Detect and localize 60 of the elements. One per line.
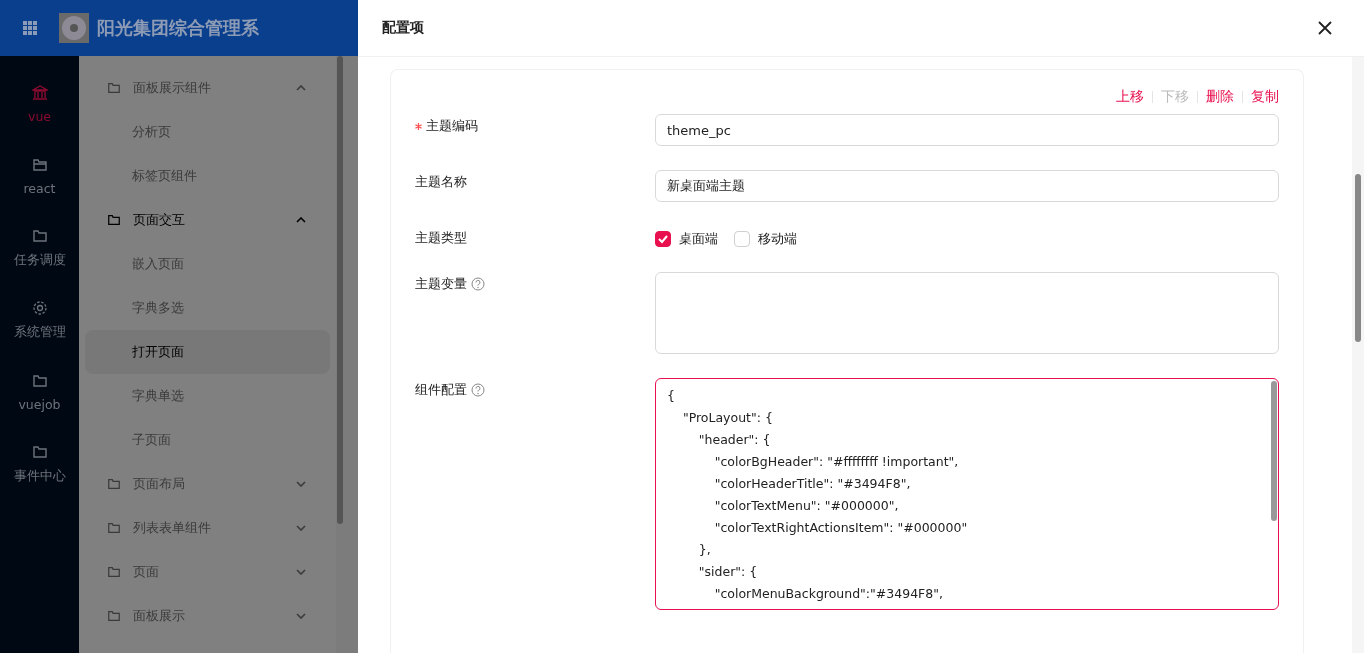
submenu-item[interactable]: 嵌入页面 bbox=[85, 242, 330, 286]
folder-icon bbox=[107, 521, 121, 535]
bank-icon bbox=[31, 84, 48, 101]
submenu-item[interactable]: 字典多选 bbox=[85, 286, 330, 330]
scrollbar-thumb[interactable] bbox=[1355, 174, 1361, 342]
action-link[interactable]: 上移 bbox=[1116, 88, 1144, 106]
submenu-group[interactable]: 面板展示组件 bbox=[85, 66, 330, 110]
settings-icon bbox=[31, 299, 48, 316]
help-icon[interactable] bbox=[471, 383, 485, 397]
submenu-item[interactable]: 子页面 bbox=[85, 418, 330, 462]
chevron-down-icon bbox=[296, 569, 306, 575]
chevron-down-icon bbox=[296, 525, 306, 531]
submenu-item[interactable]: 标签页组件 bbox=[85, 154, 330, 198]
field-label: 主题名称 bbox=[415, 173, 467, 191]
app-title: 阳光集团综合管理系 bbox=[97, 16, 259, 40]
scrollbar-thumb[interactable] bbox=[337, 56, 343, 524]
chevron-up-icon bbox=[296, 85, 306, 91]
folder-icon bbox=[107, 565, 121, 579]
submenu-group[interactable]: 面板展示 bbox=[85, 594, 330, 638]
text-field[interactable]: 新桌面端主题 bbox=[655, 170, 1279, 202]
rail-item[interactable]: vuejob bbox=[0, 356, 79, 428]
submenu-item[interactable]: 字典单选 bbox=[85, 374, 330, 418]
rail-item[interactable]: 任务调度 bbox=[0, 212, 79, 284]
field-label: 主题变量 bbox=[415, 275, 467, 293]
checkbox-label: 桌面端 bbox=[679, 230, 718, 248]
submenu-item[interactable]: 分析页 bbox=[85, 110, 330, 154]
text-field[interactable]: theme_pc bbox=[655, 114, 1279, 146]
folder-icon bbox=[107, 477, 121, 491]
chevron-down-icon bbox=[296, 481, 306, 487]
chevron-up-icon bbox=[296, 217, 306, 223]
folder-icon bbox=[31, 156, 48, 173]
text-area[interactable] bbox=[655, 272, 1279, 354]
checkbox-label: 移动端 bbox=[758, 230, 797, 248]
chevron-down-icon bbox=[296, 613, 306, 619]
text-area[interactable]: { "ProLayout": { "header": { "colorBgHeader": "#ffffffff !important", "colorHeaderTitle": "#3494F8", "colorTextMenu": "#000000", "colorTextRightActionsItem": "#000000" }, "sider": { "colorMenuBackground":"#3494F8", bbox=[655, 378, 1279, 610]
submenu-group[interactable]: 页面布局 bbox=[85, 462, 330, 506]
checkbox[interactable] bbox=[655, 231, 671, 247]
folder-icon bbox=[107, 213, 121, 227]
folder-icon bbox=[107, 609, 121, 623]
folder-icon bbox=[107, 81, 121, 95]
help-icon[interactable] bbox=[471, 277, 485, 291]
close-icon[interactable] bbox=[1318, 21, 1332, 35]
folder-icon bbox=[31, 227, 48, 244]
rail-item[interactable]: 事件中心 bbox=[0, 428, 79, 500]
folder-icon bbox=[31, 372, 48, 389]
submenu-item[interactable]: 打开页面 bbox=[85, 330, 330, 374]
drawer-title: 配置项 bbox=[382, 19, 424, 37]
rail-item[interactable]: 系统管理 bbox=[0, 284, 79, 356]
field-label: 主题编码 bbox=[426, 117, 478, 135]
submenu-group[interactable]: 列表表单组件 bbox=[85, 506, 330, 550]
submenu-group[interactable]: 页面 bbox=[85, 550, 330, 594]
app-grid-icon[interactable] bbox=[23, 21, 37, 35]
submenu-group[interactable]: 页面交互 bbox=[85, 198, 330, 242]
field-label: 组件配置 bbox=[415, 381, 467, 399]
disc-logo-icon bbox=[59, 13, 89, 43]
field-label: 主题类型 bbox=[415, 229, 467, 247]
action-link[interactable]: 复制 bbox=[1251, 88, 1279, 106]
rail-item[interactable]: react bbox=[0, 140, 79, 212]
action-link[interactable]: 删除 bbox=[1206, 88, 1234, 106]
folder-icon bbox=[31, 443, 48, 460]
